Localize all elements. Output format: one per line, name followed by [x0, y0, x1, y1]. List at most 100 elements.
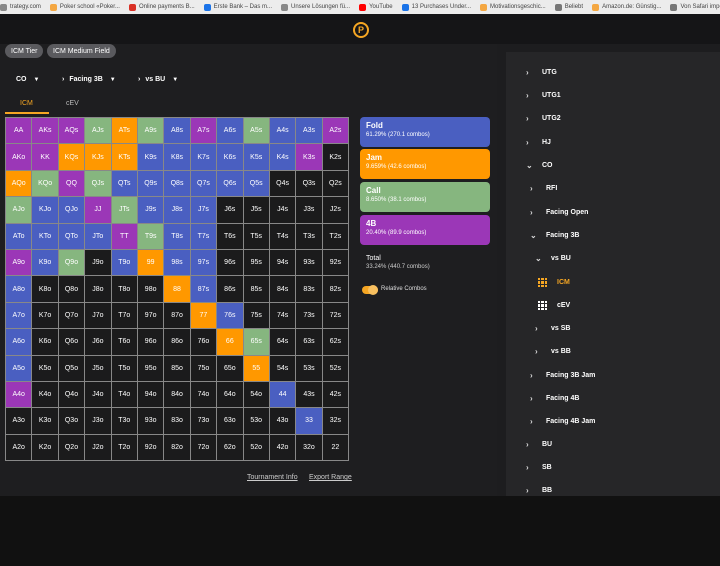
- hand-cell[interactable]: JTs: [111, 197, 138, 224]
- hand-cell[interactable]: 55: [243, 355, 270, 382]
- hand-cell[interactable]: QTs: [111, 170, 138, 198]
- hand-cell[interactable]: KQs: [58, 144, 86, 171]
- hand-cell[interactable]: T7s: [190, 223, 218, 250]
- legend-jam[interactable]: Jam 9.659% (42.6 combos): [360, 149, 490, 179]
- hand-cell[interactable]: 62o: [217, 434, 244, 462]
- hand-cell[interactable]: 74s: [269, 302, 297, 330]
- hand-cell[interactable]: 77: [190, 302, 218, 330]
- hand-cell[interactable]: KK: [32, 144, 59, 171]
- hand-cell[interactable]: J2o: [85, 434, 112, 462]
- hand-cell[interactable]: AJo: [6, 197, 33, 224]
- hand-cell[interactable]: J3o: [85, 408, 112, 435]
- tree-item[interactable]: › UTG1: [526, 91, 561, 100]
- hand-cell[interactable]: 95o: [137, 355, 165, 382]
- hand-cell[interactable]: J5s: [243, 197, 270, 224]
- hand-cell[interactable]: A2s: [322, 118, 350, 145]
- hand-cell[interactable]: 94s: [269, 249, 297, 277]
- bookmark-item[interactable]: 13 Purchases Under...: [401, 3, 471, 11]
- hand-cell[interactable]: TT: [111, 223, 138, 250]
- hand-cell[interactable]: 54o: [243, 381, 270, 409]
- bookmark-item[interactable]: trategy.com: [0, 3, 41, 11]
- hand-cell[interactable]: 93o: [137, 408, 165, 435]
- hand-cell[interactable]: 53o: [243, 408, 270, 435]
- tree-item[interactable]: › RFI: [530, 184, 557, 193]
- hand-cell[interactable]: J7o: [85, 302, 112, 330]
- bookmark-item[interactable]: Amazon.de: Günstig...: [592, 3, 661, 11]
- hand-cell[interactable]: 44: [269, 381, 297, 409]
- hand-cell[interactable]: 22: [322, 434, 350, 462]
- hand-cell[interactable]: J4s: [269, 197, 297, 224]
- hand-cell[interactable]: 42o: [269, 434, 297, 462]
- hand-cell[interactable]: 97o: [137, 302, 165, 330]
- tree-item[interactable]: › Facing 4B Jam: [530, 417, 595, 426]
- hand-cell[interactable]: A5s: [243, 118, 270, 145]
- hand-cell[interactable]: AQo: [6, 170, 33, 198]
- hand-cell[interactable]: T5s: [243, 223, 270, 250]
- hand-cell[interactable]: QQ: [58, 170, 86, 198]
- export-range-link[interactable]: Export Range: [309, 474, 352, 481]
- icm-field-chip[interactable]: ICM Medium Field: [47, 44, 116, 58]
- hand-cell[interactable]: 63o: [217, 408, 244, 435]
- hand-cell[interactable]: 95s: [243, 249, 270, 277]
- bookmark-item[interactable]: Erste Bank – Das m...: [203, 3, 272, 11]
- tree-item[interactable]: › BB: [526, 486, 552, 495]
- hand-cell[interactable]: Q9o: [58, 249, 86, 277]
- hand-cell[interactable]: Q4s: [269, 170, 297, 198]
- hand-cell[interactable]: 83s: [296, 276, 323, 303]
- hand-cell[interactable]: 84o: [164, 381, 191, 409]
- bookmark-item[interactable]: Poker school «Poker...: [49, 3, 120, 11]
- hand-cell[interactable]: 43s: [296, 381, 323, 409]
- hand-cell[interactable]: K9o: [32, 249, 59, 277]
- hand-cell[interactable]: 96o: [137, 329, 165, 356]
- tree-item[interactable]: › Facing Open: [530, 208, 588, 217]
- hand-cell[interactable]: T8s: [164, 223, 191, 250]
- hand-cell[interactable]: J9o: [85, 249, 112, 277]
- hand-cell[interactable]: T4o: [111, 381, 138, 409]
- hand-cell[interactable]: 75o: [190, 355, 218, 382]
- hand-cell[interactable]: K2s: [322, 144, 350, 171]
- hand-cell[interactable]: A8o: [6, 276, 33, 303]
- hand-cell[interactable]: AA: [6, 118, 33, 145]
- hand-cell[interactable]: K7o: [32, 302, 59, 330]
- hand-cell[interactable]: KJs: [85, 144, 112, 171]
- hand-cell[interactable]: T4s: [269, 223, 297, 250]
- hand-cell[interactable]: 92s: [322, 249, 350, 277]
- bookmark-item[interactable]: YouTube: [359, 3, 393, 11]
- tree-item[interactable]: › vs SB: [535, 324, 570, 333]
- hand-cell[interactable]: 63s: [296, 329, 323, 356]
- hand-cell[interactable]: QJs: [85, 170, 112, 198]
- hand-cell[interactable]: 65s: [243, 329, 270, 356]
- tree-item[interactable]: › vs BB: [535, 347, 571, 356]
- hand-cell[interactable]: K4o: [32, 381, 59, 409]
- hand-cell[interactable]: A9o: [6, 249, 33, 277]
- hand-cell[interactable]: 85s: [243, 276, 270, 303]
- tree-item[interactable]: ICM: [538, 278, 570, 287]
- hand-cell[interactable]: 88: [164, 276, 191, 303]
- hand-cell[interactable]: Q4o: [58, 381, 86, 409]
- hand-cell[interactable]: ATo: [6, 223, 33, 250]
- hand-cell[interactable]: T9o: [111, 249, 138, 277]
- legend-fold[interactable]: Fold 61.29% (270.1 combos): [360, 117, 490, 147]
- hand-cell[interactable]: K9s: [137, 144, 165, 171]
- hand-cell[interactable]: 97s: [190, 249, 218, 277]
- hand-cell[interactable]: J8o: [85, 276, 112, 303]
- hand-cell[interactable]: A7o: [6, 302, 33, 330]
- tree-item[interactable]: › Facing 3B Jam: [530, 371, 595, 380]
- tree-item[interactable]: › SB: [526, 463, 552, 472]
- hand-cell[interactable]: 98o: [137, 276, 165, 303]
- hand-cell[interactable]: 72o: [190, 434, 218, 462]
- hand-cell[interactable]: T2s: [322, 223, 350, 250]
- hand-cell[interactable]: QTo: [58, 223, 86, 250]
- hand-cell[interactable]: T3o: [111, 408, 138, 435]
- legend-call[interactable]: Call 8.650% (38.1 combos): [360, 182, 490, 212]
- hand-cell[interactable]: 84s: [269, 276, 297, 303]
- bookmark-item[interactable]: Unsere Lösungen fü...: [281, 3, 350, 11]
- hand-cell[interactable]: K6o: [32, 329, 59, 356]
- hand-cell[interactable]: K4s: [269, 144, 297, 171]
- hand-cell[interactable]: 66: [217, 329, 244, 356]
- tree-item[interactable]: cEV: [538, 301, 570, 310]
- hand-cell[interactable]: Q9s: [137, 170, 165, 198]
- hand-cell[interactable]: 75s: [243, 302, 270, 330]
- tournament-info-link[interactable]: Tournament Info: [247, 474, 298, 481]
- bookmark-item[interactable]: Motivationsgeschic...: [480, 3, 546, 11]
